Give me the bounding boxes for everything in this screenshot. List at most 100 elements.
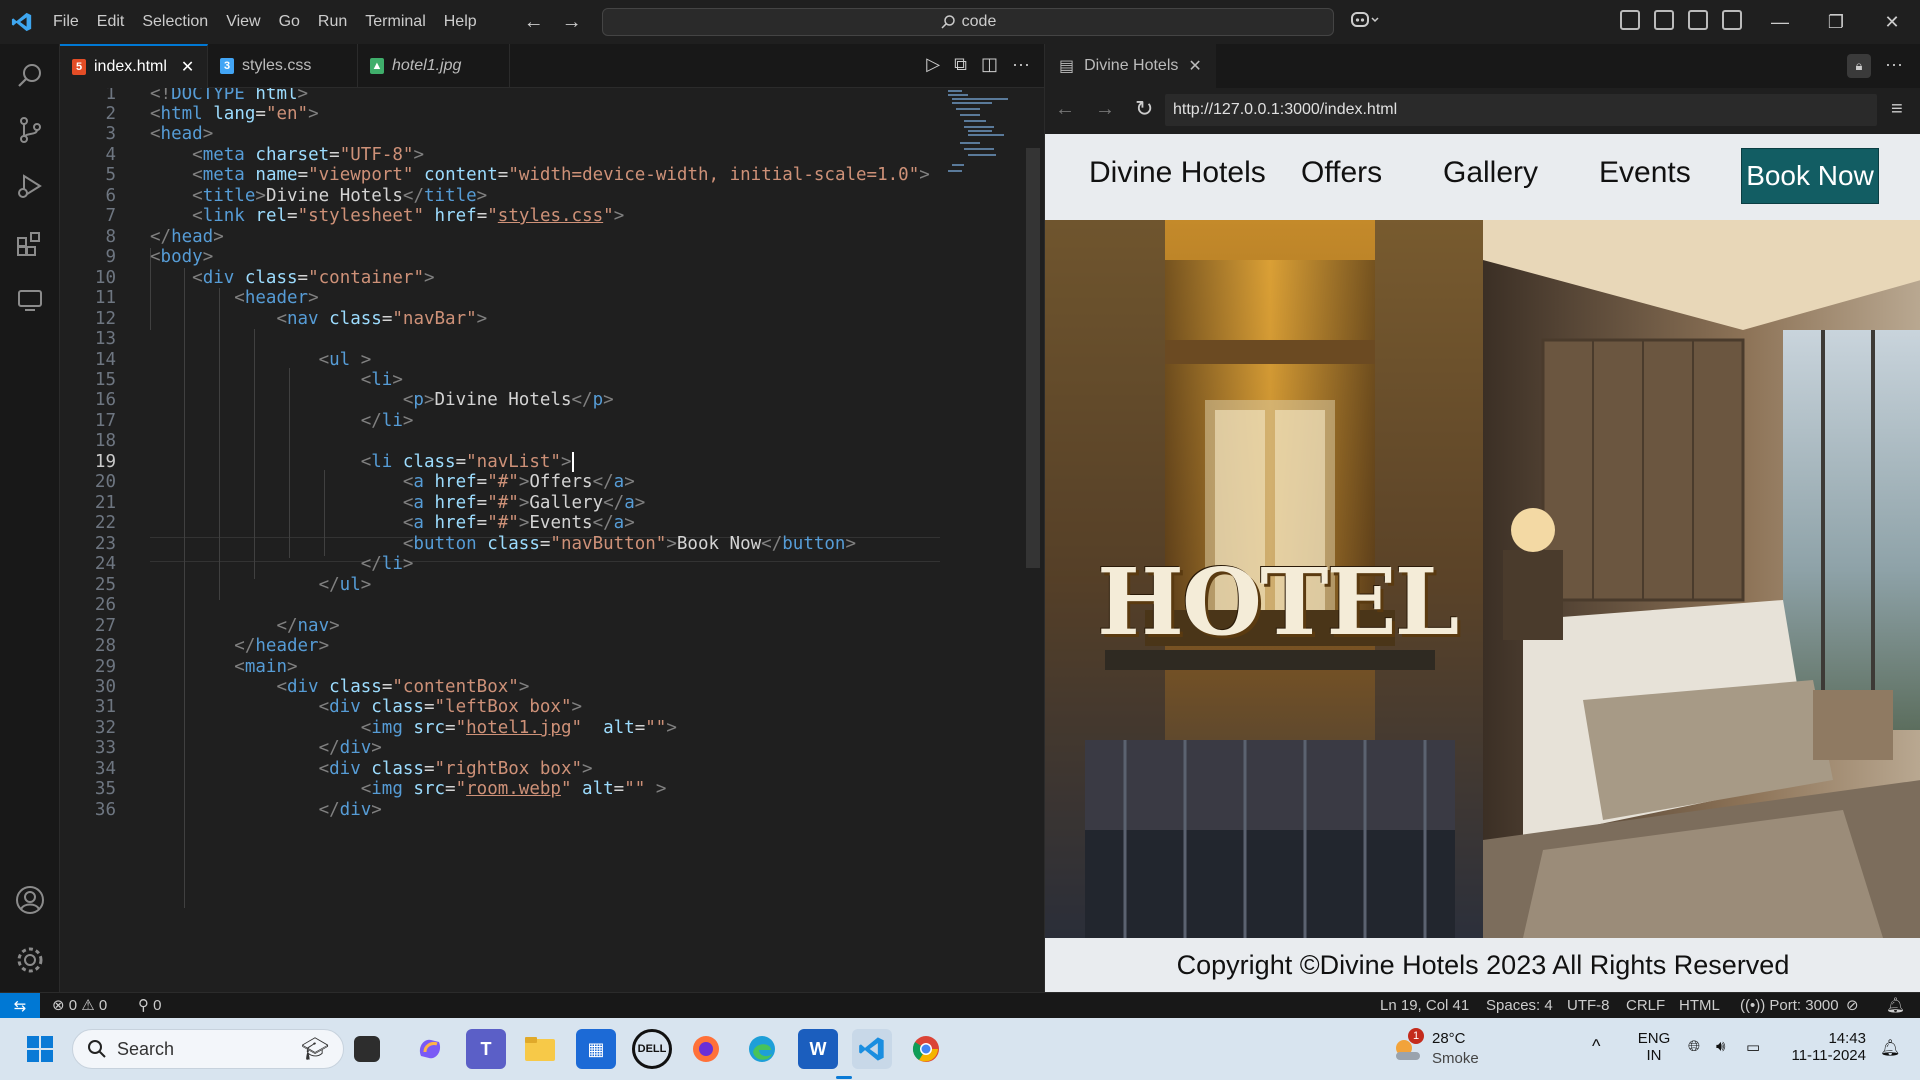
css-file-icon: 3 (220, 58, 234, 74)
copilot-status-icon[interactable]: ⊘ (1846, 993, 1859, 1019)
teams-icon[interactable]: T (466, 1029, 506, 1069)
clock[interactable]: 14:43 11-11-2024 (1780, 1030, 1866, 1064)
word-icon[interactable]: W (798, 1029, 838, 1069)
menu-view[interactable]: View (217, 0, 269, 44)
dell-icon[interactable]: DELL (632, 1029, 672, 1069)
code-editor[interactable]: 1 <!DOCTYPE html> 2 <html lang="en"> 3 <hea… (60, 88, 1044, 992)
end-of-line[interactable]: CRLF (1626, 993, 1665, 1019)
minimize-icon[interactable]: — (1752, 0, 1808, 44)
back-arrow-icon[interactable]: ← (524, 11, 544, 34)
forward-arrow-icon[interactable]: → (1095, 98, 1115, 121)
reload-icon[interactable]: ↻ (1135, 96, 1153, 122)
network-globe-icon[interactable]: 🌐︎ (1688, 1038, 1700, 1055)
toggle-panel-icon[interactable] (1654, 10, 1674, 30)
nav-link-events[interactable]: Events (1599, 156, 1691, 190)
language-mode[interactable]: HTML (1679, 993, 1720, 1019)
file-explorer-icon[interactable] (520, 1029, 560, 1069)
taskbar-search[interactable]: Search 🎓︎ (72, 1029, 344, 1069)
more-actions-icon[interactable]: ··· (1012, 54, 1030, 75)
menu-selection[interactable]: Selection (133, 0, 217, 44)
tab-label: hotel1.jpg (392, 57, 462, 74)
task-view-icon[interactable] (354, 1036, 380, 1062)
command-center-label: code (961, 13, 997, 30)
source-control-icon[interactable] (10, 110, 50, 150)
firefox-icon[interactable] (686, 1029, 726, 1069)
command-center[interactable]: code (602, 8, 1334, 36)
encoding[interactable]: UTF-8 (1567, 993, 1610, 1019)
indentation[interactable]: Spaces: 4 (1486, 993, 1553, 1019)
image-file-icon: ▲ (370, 58, 384, 74)
microsoft-store-icon[interactable]: ▦ (576, 1029, 616, 1069)
line-number: 36 (94, 800, 116, 820)
hotel-sign: HOTEL (1097, 548, 1459, 656)
accounts-icon[interactable] (10, 880, 50, 920)
menu-go[interactable]: Go (270, 0, 309, 44)
menu-help[interactable]: Help (435, 0, 486, 44)
tab-label: styles.css (242, 57, 312, 74)
book-now-button[interactable]: Book Now (1741, 148, 1879, 204)
close-tab-icon[interactable]: ✕ (181, 57, 194, 77)
copilot-icon[interactable] (1350, 10, 1380, 35)
notifications-bell-icon[interactable]: 🔔︎ (1886, 993, 1905, 1019)
notification-center-icon[interactable]: 🔔︎ (1880, 1038, 1900, 1058)
restore-icon[interactable]: ❐ (1808, 0, 1864, 44)
menu-edit[interactable]: Edit (88, 0, 134, 44)
volume-icon[interactable]: 🔊︎ (1716, 1038, 1725, 1055)
tab-label: Divine Hotels (1084, 57, 1179, 74)
close-tab-icon[interactable]: ✕ (1188, 56, 1201, 76)
ports-count: 0 (153, 997, 162, 1014)
url-input[interactable]: http://127.0.0.1:3000/index.html (1165, 94, 1877, 126)
language-indicator[interactable]: ENG IN (1636, 1030, 1672, 1064)
explorer-search-icon[interactable] (10, 56, 50, 96)
more-actions-icon[interactable]: ··· (1885, 54, 1903, 75)
history-navigation: ← → (524, 11, 582, 34)
toggle-sidebar-icon[interactable] (1620, 10, 1640, 30)
vscode-taskbar-icon[interactable] (852, 1029, 892, 1069)
scrollbar-thumb[interactable] (1026, 148, 1040, 568)
port-label: Port: 3000 (1769, 997, 1839, 1014)
split-editor-icon[interactable]: ◫ (981, 54, 998, 75)
run-debug-icon[interactable] (10, 166, 50, 206)
run-file-icon[interactable]: ▷ (926, 54, 940, 75)
weather-badge: 1 (1408, 1028, 1424, 1044)
minimap[interactable] (948, 88, 1038, 178)
page-viewport: Divine Hotels Offers Gallery Events Book… (1045, 134, 1920, 992)
menu-icon[interactable]: ≡ (1891, 98, 1903, 121)
remote-indicator-icon[interactable]: ⇆ (0, 993, 40, 1019)
lock-icon[interactable]: 🔒︎ (1847, 54, 1871, 78)
chrome-icon[interactable] (906, 1029, 946, 1069)
ports-indicator[interactable]: ⚲ 0 (138, 993, 162, 1019)
show-hidden-icons-chevron-icon[interactable]: ^ (1592, 1036, 1600, 1057)
nav-link-gallery[interactable]: Gallery (1443, 156, 1538, 190)
customize-layout-icon[interactable] (1722, 10, 1742, 30)
close-window-icon[interactable]: ✕ (1864, 0, 1920, 44)
tab-styles-css[interactable]: 3 styles.css (208, 44, 358, 88)
lang-primary: ENG (1637, 1030, 1671, 1047)
tab-hotel1-jpg[interactable]: ▲ hotel1.jpg (358, 44, 510, 88)
edge-icon[interactable] (742, 1029, 782, 1069)
start-windows-icon[interactable] (20, 1029, 60, 1069)
windows-taskbar: Search 🎓︎ T ▦ DELL W 1 28°C Smoke ^ ENG … (0, 1018, 1920, 1080)
manage-gear-icon[interactable] (10, 940, 50, 980)
toggle-secondary-sidebar-icon[interactable] (1688, 10, 1708, 30)
battery-icon[interactable]: ▭ (1746, 1038, 1760, 1056)
remote-explorer-icon[interactable] (10, 280, 50, 320)
tab-label: index.html (94, 58, 167, 75)
menu-terminal[interactable]: Terminal (356, 0, 434, 44)
cursor-position[interactable]: Ln 19, Col 41 (1380, 993, 1469, 1019)
extensions-icon[interactable] (10, 224, 50, 264)
forward-arrow-icon[interactable]: → (562, 11, 582, 34)
live-server-port[interactable]: ((•)) Port: 3000 (1740, 993, 1839, 1019)
problems-indicator[interactable]: ⊗ 0 ⚠ 0 (52, 993, 107, 1019)
open-preview-icon[interactable]: ⧉ (954, 54, 967, 75)
site-brand: Divine Hotels (1089, 156, 1266, 189)
menu-file[interactable]: File (44, 0, 88, 44)
menu-run[interactable]: Run (309, 0, 356, 44)
copilot-app-icon[interactable] (410, 1029, 450, 1069)
nav-link-offers[interactable]: Offers (1301, 156, 1382, 190)
editor-actions: ▷ ⧉ ◫ ··· (926, 54, 1030, 75)
editor-tabs: 5 index.html ✕ 3 styles.css ▲ hotel1.jpg… (60, 44, 1044, 88)
tab-index-html[interactable]: 5 index.html ✕ (60, 44, 208, 88)
tab-divine-hotels[interactable]: ▤ Divine Hotels ✕ (1045, 44, 1216, 88)
back-arrow-icon[interactable]: ← (1055, 98, 1075, 121)
